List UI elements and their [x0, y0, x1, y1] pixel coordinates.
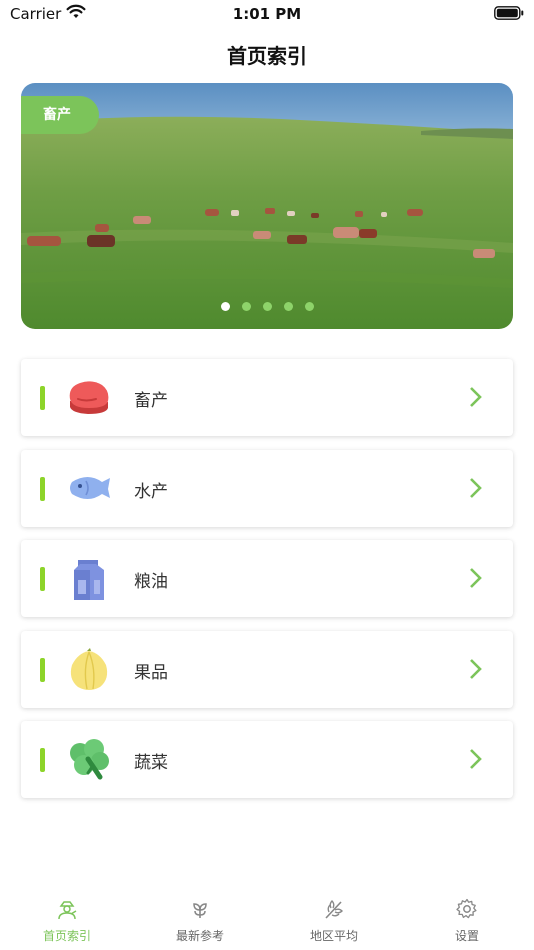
- banner-carousel[interactable]: 畜产: [21, 83, 513, 329]
- page-dot[interactable]: [262, 302, 272, 311]
- chevron-right-icon: [470, 658, 482, 679]
- tab-label: 设置: [454, 929, 479, 943]
- battery-icon: [494, 6, 524, 20]
- farmer-icon: [58, 901, 77, 920]
- accent-bar: [40, 657, 45, 682]
- chevron-right-icon: [470, 477, 482, 498]
- accent-bar: [40, 476, 45, 501]
- fruit-icon: [70, 647, 108, 690]
- banner-tag: 畜产: [21, 96, 99, 134]
- category-item-grain-oil[interactable]: 粮油: [21, 540, 513, 617]
- page-dot[interactable]: [220, 302, 230, 311]
- category-item-fruit[interactable]: 果品: [21, 630, 513, 708]
- tab-bar: 首页索引 最新参考 地区平均 设置: [0, 890, 534, 950]
- status-bar: Carrier 1:01 PM: [0, 0, 534, 28]
- tab-regional-average[interactable]: 地区平均: [279, 898, 389, 944]
- carousel-page-indicator[interactable]: [21, 296, 513, 315]
- category-label: 蔬菜: [134, 753, 168, 773]
- category-item-vegetable[interactable]: 蔬菜: [21, 721, 513, 798]
- chevron-right-icon: [470, 568, 482, 588]
- category-item-livestock[interactable]: 畜产: [21, 359, 513, 436]
- vegetable-icon: [70, 739, 109, 780]
- grain-oil-carton-icon: [74, 560, 104, 600]
- tab-home-index[interactable]: 首页索引: [12, 898, 122, 944]
- sprout-icon: [193, 903, 207, 918]
- accent-bar: [40, 567, 45, 591]
- status-time: 1:01 PM: [232, 5, 302, 23]
- tab-latest-reference[interactable]: 最新参考: [145, 898, 255, 944]
- meat-icon: [69, 381, 109, 414]
- category-list: 畜产 水产 粮油 果品 蔬菜: [21, 359, 513, 812]
- tab-label: 地区平均: [309, 929, 358, 943]
- page-dot[interactable]: [304, 302, 314, 311]
- category-label: 果品: [134, 662, 168, 683]
- page-dot[interactable]: [241, 302, 251, 311]
- chevron-right-icon: [470, 387, 482, 407]
- chevron-right-icon: [470, 749, 482, 769]
- accent-bar: [40, 748, 45, 772]
- fish-icon: [70, 476, 110, 499]
- category-label: 粮油: [134, 572, 168, 592]
- tab-label: 最新参考: [175, 929, 224, 943]
- tab-label: 首页索引: [42, 929, 91, 943]
- category-label: 水产: [134, 481, 168, 502]
- category-label: 畜产: [134, 391, 168, 411]
- wheat-icon: [325, 900, 343, 919]
- accent-bar: [40, 386, 45, 410]
- gear-icon: [456, 898, 477, 919]
- category-item-aquatic[interactable]: 水产: [21, 449, 513, 527]
- page-title: 首页索引: [227, 44, 307, 68]
- page-dot[interactable]: [283, 302, 293, 311]
- tab-settings[interactable]: 设置: [412, 898, 522, 944]
